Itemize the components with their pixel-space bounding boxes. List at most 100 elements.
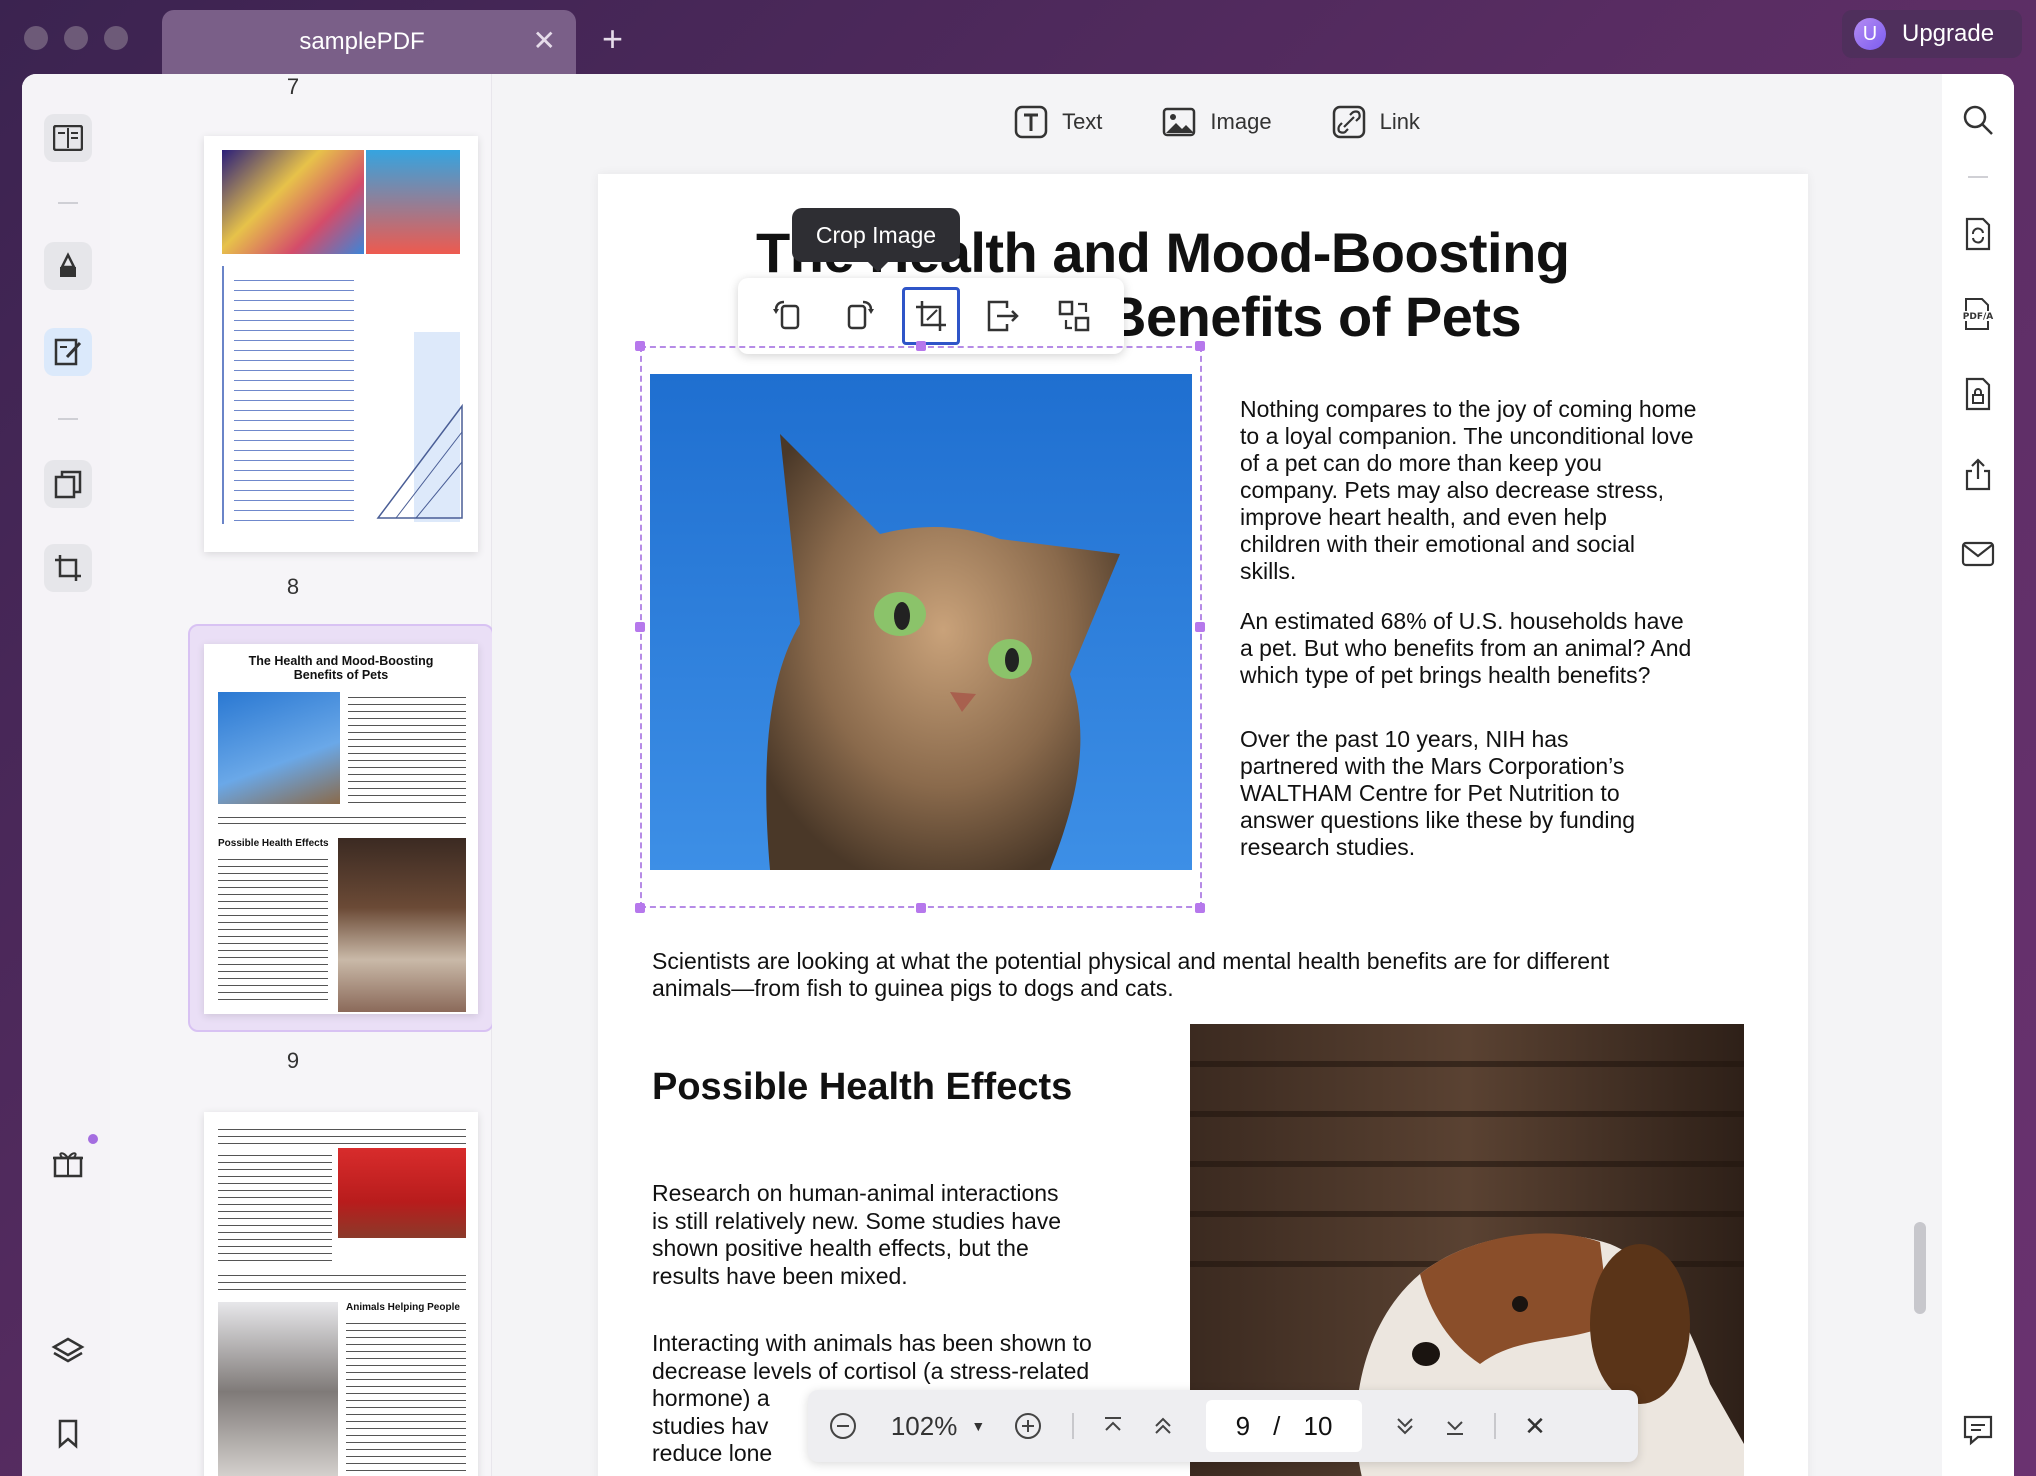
resize-handle[interactable] (1195, 903, 1205, 913)
add-text-button[interactable]: Text (1014, 105, 1102, 139)
rotate-left-button[interactable] (759, 287, 817, 345)
crop-pages-icon[interactable] (44, 544, 92, 592)
convert-icon (1965, 217, 1991, 251)
page-number-field[interactable]: 9 / 10 (1206, 1400, 1362, 1452)
tab-title: samplePDF (299, 28, 425, 55)
rail-divider (58, 202, 78, 204)
last-page-button[interactable] (1430, 1414, 1480, 1438)
thumbnail-panel[interactable]: 7 8 The Health and Mood-Boosting Benefits… (110, 74, 598, 1476)
tab-samplepdf[interactable]: samplePDF ✕ (162, 10, 576, 76)
resize-handle[interactable] (635, 903, 645, 913)
thumb-section: Possible Health Effects (218, 838, 329, 849)
replace-icon (1058, 300, 1090, 332)
prism-image (366, 150, 460, 254)
pdfa-button[interactable]: PDF/A (1958, 294, 1998, 334)
edit-toolbar: Text Image Link (492, 74, 1942, 170)
search-button[interactable] (1958, 100, 1998, 140)
resize-handle[interactable] (916, 341, 926, 351)
resize-handle[interactable] (635, 341, 645, 351)
thumb-cat-flowers-image (218, 1302, 338, 1476)
upgrade-button[interactable]: U Upgrade (1842, 10, 2022, 58)
image-label: Image (1210, 109, 1272, 134)
close-nav-button[interactable]: ✕ (1510, 1411, 1560, 1442)
resize-handle[interactable] (1195, 341, 1205, 351)
rotate-right-icon (848, 300, 875, 330)
rotate-right-button[interactable] (830, 287, 888, 345)
previous-page-button[interactable] (1138, 1414, 1188, 1438)
document-scrollbar[interactable] (1914, 1222, 1926, 1314)
section-title: Possible Health Effects (652, 1066, 1073, 1108)
zoom-window-button[interactable] (104, 26, 128, 50)
avatar: U (1854, 18, 1886, 50)
text-icon (1014, 105, 1048, 139)
organize-pages-icon[interactable] (44, 460, 92, 508)
page-separator: / (1273, 1410, 1281, 1441)
paragraph-5: Research on human-animal interactions is … (652, 1180, 1062, 1289)
link-label: Link (1379, 109, 1420, 134)
image-selection-frame[interactable] (640, 346, 1202, 908)
first-page-button[interactable] (1088, 1414, 1138, 1438)
image-icon (1163, 107, 1196, 137)
last-page-icon (1447, 1421, 1463, 1435)
minimize-window-button[interactable] (64, 26, 88, 50)
share-icon (1965, 458, 1991, 491)
zoom-out-button[interactable] (808, 1412, 878, 1440)
resize-handle[interactable] (916, 903, 926, 913)
zoom-in-button[interactable] (998, 1412, 1058, 1440)
left-tool-rail (22, 74, 110, 1476)
crop-image-button[interactable] (901, 287, 960, 345)
extract-image-button[interactable] (974, 287, 1032, 345)
resize-handle[interactable] (635, 622, 645, 632)
svg-text:PDF/A: PDF/A (1963, 312, 1994, 322)
layers-icon[interactable] (44, 1328, 92, 1376)
close-tab-icon[interactable]: ✕ (533, 24, 556, 57)
page-navigation-bar: 102% ▼ 9 / 10 ✕ (808, 1390, 1638, 1462)
upgrade-label: Upgrade (1902, 20, 1995, 47)
next-page-button[interactable] (1380, 1414, 1430, 1438)
bookmark-icon[interactable] (44, 1410, 92, 1458)
rail-divider (1968, 176, 1988, 178)
thumbnail-page-8[interactable] (204, 136, 478, 552)
right-tool-rail: PDF/A (1942, 74, 2014, 1476)
notification-dot (88, 1134, 98, 1144)
current-page: 9 (1235, 1410, 1251, 1441)
nav-divider (1072, 1413, 1074, 1439)
replace-image-button[interactable] (1045, 287, 1103, 345)
chevron-down-icon: ▼ (971, 1418, 986, 1434)
search-icon (1963, 105, 1993, 135)
reader-mode-icon[interactable] (44, 114, 92, 162)
email-button[interactable] (1958, 534, 1998, 574)
nav-divider (1494, 1413, 1496, 1439)
pdf-page[interactable]: The Health and Mood-Boosting Benefits of… (598, 174, 1808, 1476)
share-button[interactable] (1958, 454, 1998, 494)
convert-pdf-button[interactable] (1958, 214, 1998, 254)
edit-pdf-icon[interactable] (44, 328, 92, 376)
close-window-button[interactable] (24, 26, 48, 50)
zoom-in-icon (1015, 1413, 1041, 1439)
thumb-dog-image (338, 838, 466, 1012)
rotate-left-icon (772, 300, 800, 330)
add-link-button[interactable]: Link (1332, 105, 1420, 139)
thumb-text-lines (234, 276, 354, 526)
comments-button[interactable] (1958, 1410, 1998, 1450)
highlighter-icon[interactable] (44, 242, 92, 290)
zoom-out-icon (830, 1413, 856, 1439)
paragraph-4: Scientists are looking at what the poten… (652, 948, 1610, 1001)
add-image-button[interactable]: Image (1162, 105, 1272, 139)
text-label: Text (1062, 109, 1103, 134)
chevron-down-double-icon (1397, 1418, 1413, 1435)
thumb-page-number: 8 (286, 574, 300, 599)
protect-pdf-button[interactable] (1958, 374, 1998, 414)
extract-icon (987, 300, 1019, 332)
thumbnail-page-9[interactable]: The Health and Mood-Boosting Benefits of … (204, 644, 478, 1014)
resize-handle[interactable] (1195, 622, 1205, 632)
new-tab-icon[interactable]: + (602, 18, 623, 60)
crop-tooltip: Crop Image (792, 208, 960, 272)
thumbnail-page-10[interactable]: Animals Helping People (204, 1112, 478, 1476)
gift-icon[interactable] (44, 1138, 92, 1186)
link-icon (1332, 105, 1365, 139)
thumb-title: The Health and Mood-Boosting Benefits of … (248, 654, 434, 682)
rail-divider (58, 418, 78, 420)
zoom-level-select[interactable]: 102% ▼ (878, 1411, 998, 1442)
thumb-dogs-image (338, 1148, 466, 1238)
